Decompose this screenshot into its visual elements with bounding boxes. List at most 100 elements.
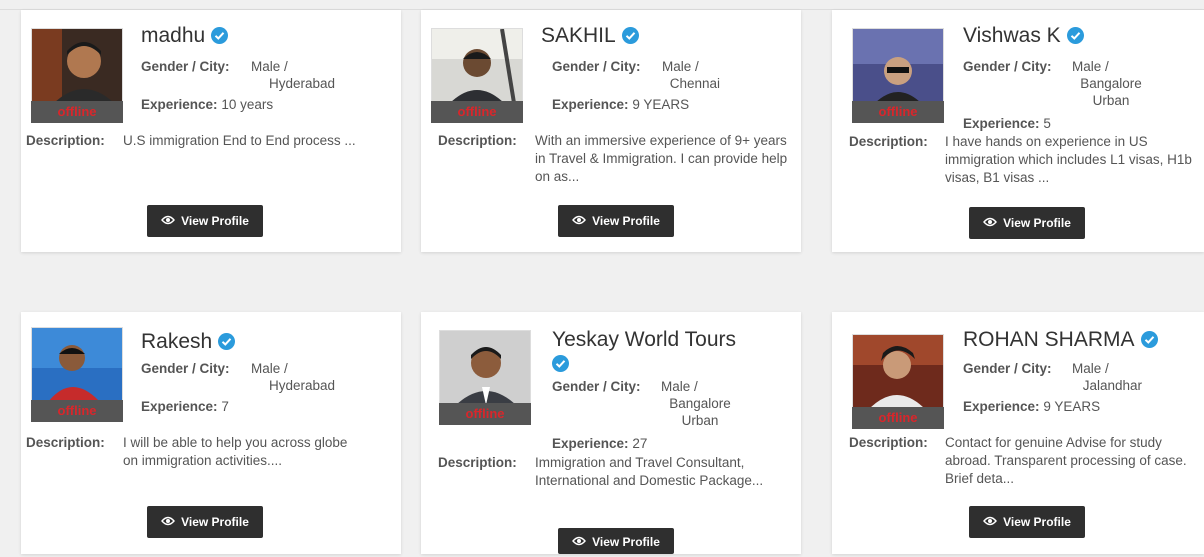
gender-city-value: Male / Bangalore Urban (1072, 58, 1152, 109)
status-badge: offline (439, 403, 531, 425)
description-label: Description: (26, 133, 105, 148)
description-text: I will be able to help you across globe … (123, 435, 348, 468)
experience-row: Experience: 9 YEARS (963, 398, 1100, 415)
profile-photo[interactable] (852, 28, 944, 102)
eye-icon (983, 506, 998, 538)
profile-name[interactable]: Rakesh (141, 330, 236, 354)
avatar[interactable]: offline (31, 327, 123, 437)
gender-city-label: Gender / City: (141, 361, 230, 376)
description-label: Description: (849, 134, 928, 149)
experience-row: Experience: 10 years (141, 96, 273, 113)
gender-city-value: Male / Hyderabad (251, 58, 351, 92)
status-badge: offline (31, 400, 123, 422)
avatar[interactable]: offline (431, 28, 523, 138)
profile-name[interactable]: ROHAN SHARMA (963, 328, 1158, 352)
view-profile-label: View Profile (181, 214, 249, 228)
profile-name[interactable]: SAKHIL (541, 24, 639, 48)
gender-city-label: Gender / City: (963, 361, 1052, 376)
gender-city-value: Male / Jalandhar (1072, 360, 1162, 394)
experience-label: Experience: (552, 97, 629, 112)
profile-name-text[interactable]: madhu (141, 24, 205, 47)
city-value: Hyderabad (268, 76, 335, 91)
gender-city-row: Gender / City: (552, 378, 641, 395)
city-value: Bangalore Urban (669, 396, 731, 428)
description-label: Description: (849, 435, 928, 450)
city-value: Chennai (669, 76, 720, 91)
profile-card-rohan-sharma: offline ROHAN SHARMA Gender / City: Male… (832, 312, 1204, 554)
view-profile-button[interactable]: View Profile (969, 207, 1085, 239)
description-label: Description: (438, 455, 517, 470)
profile-card-vishwas-k: offline Vishwas K Gender / City: Male / … (832, 10, 1204, 252)
city-value: Jalandhar (1082, 378, 1142, 393)
gender-city-value: Male / Chennai (662, 58, 762, 92)
view-profile-button[interactable]: View Profile (558, 205, 674, 237)
gender-city-value: Male / Hyderabad (251, 360, 351, 394)
profile-photo[interactable] (31, 28, 123, 102)
profile-photo[interactable] (31, 327, 123, 401)
gender-city-row: Gender / City: (552, 58, 641, 75)
gender-city-row: Gender / City: (141, 58, 230, 75)
view-profile-label: View Profile (592, 214, 660, 228)
experience-label: Experience: (141, 399, 218, 414)
profile-name[interactable]: Vishwas K (963, 24, 1084, 48)
eye-icon (983, 207, 998, 239)
profile-name-text[interactable]: ROHAN SHARMA (963, 328, 1135, 351)
profile-name-text[interactable]: Yeskay World Tours (552, 328, 736, 352)
status-badge: offline (852, 407, 944, 429)
verified-check-icon (218, 332, 236, 350)
experience-value: 7 (221, 399, 229, 414)
city-value: Hyderabad (268, 378, 335, 393)
gender-city-label: Gender / City: (963, 59, 1052, 74)
avatar[interactable]: offline (439, 330, 531, 440)
city-value: Bangalore Urban (1080, 76, 1142, 108)
view-profile-label: View Profile (1003, 216, 1071, 230)
profile-photo[interactable] (431, 28, 523, 102)
description-label: Description: (26, 435, 105, 450)
experience-row: Experience: 9 YEARS (552, 96, 689, 113)
eye-icon (161, 205, 176, 237)
gender-value: Male / (251, 361, 288, 376)
view-profile-button[interactable]: View Profile (147, 205, 263, 237)
view-profile-button[interactable]: View Profile (147, 506, 263, 538)
avatar[interactable]: offline (852, 28, 944, 138)
profile-name-text[interactable]: SAKHIL (541, 24, 616, 47)
description-label: Description: (438, 133, 517, 148)
experience-label: Experience: (552, 436, 629, 451)
description-text: With an immersive experience of 9+ years… (535, 133, 788, 184)
avatar[interactable]: offline (852, 334, 944, 444)
avatar[interactable]: offline (31, 28, 123, 138)
gender-value: Male / (662, 59, 699, 74)
gender-city-row: Gender / City: (141, 360, 230, 377)
verified-check-icon (621, 26, 639, 44)
eye-icon (572, 528, 587, 556)
profile-card-sakhil: offline SAKHIL Gender / City: Male / Che… (421, 10, 801, 252)
experience-label: Experience: (141, 97, 218, 112)
experience-row: Experience: 7 (141, 398, 229, 415)
status-badge: offline (431, 101, 523, 123)
gender-city-label: Gender / City: (552, 59, 641, 74)
verified-check-icon (552, 354, 569, 372)
gender-value: Male / (251, 59, 288, 74)
experience-value: 27 (632, 436, 648, 451)
view-profile-button[interactable]: View Profile (969, 506, 1085, 538)
profile-name[interactable]: Yeskay World Tours (552, 328, 736, 376)
verified-check-icon (1140, 330, 1158, 348)
profile-name-text[interactable]: Rakesh (141, 330, 212, 353)
gender-city-row: Gender / City: (963, 58, 1052, 75)
experience-label: Experience: (963, 399, 1040, 414)
gender-value: Male / (661, 379, 698, 394)
profile-name[interactable]: madhu (141, 24, 229, 48)
experience-row: Experience: 5 (963, 115, 1051, 132)
gender-value: Male / (1072, 361, 1109, 376)
experience-value: 9 YEARS (1043, 399, 1101, 414)
profile-name-text[interactable]: Vishwas K (963, 24, 1061, 47)
view-profile-button[interactable]: View Profile (558, 528, 674, 554)
profile-photo[interactable] (439, 330, 531, 404)
profile-card-yeskay-world-tours: offline Yeskay World Tours Gender / City… (421, 312, 801, 554)
eye-icon (572, 205, 587, 237)
profile-photo[interactable] (852, 334, 944, 408)
gender-value: Male / (1072, 59, 1109, 74)
profile-card-rakesh: offline Rakesh Gender / City: Male / Hyd… (21, 312, 401, 554)
experience-value: 10 years (221, 97, 274, 112)
gender-city-value: Male / Bangalore Urban (661, 378, 741, 429)
